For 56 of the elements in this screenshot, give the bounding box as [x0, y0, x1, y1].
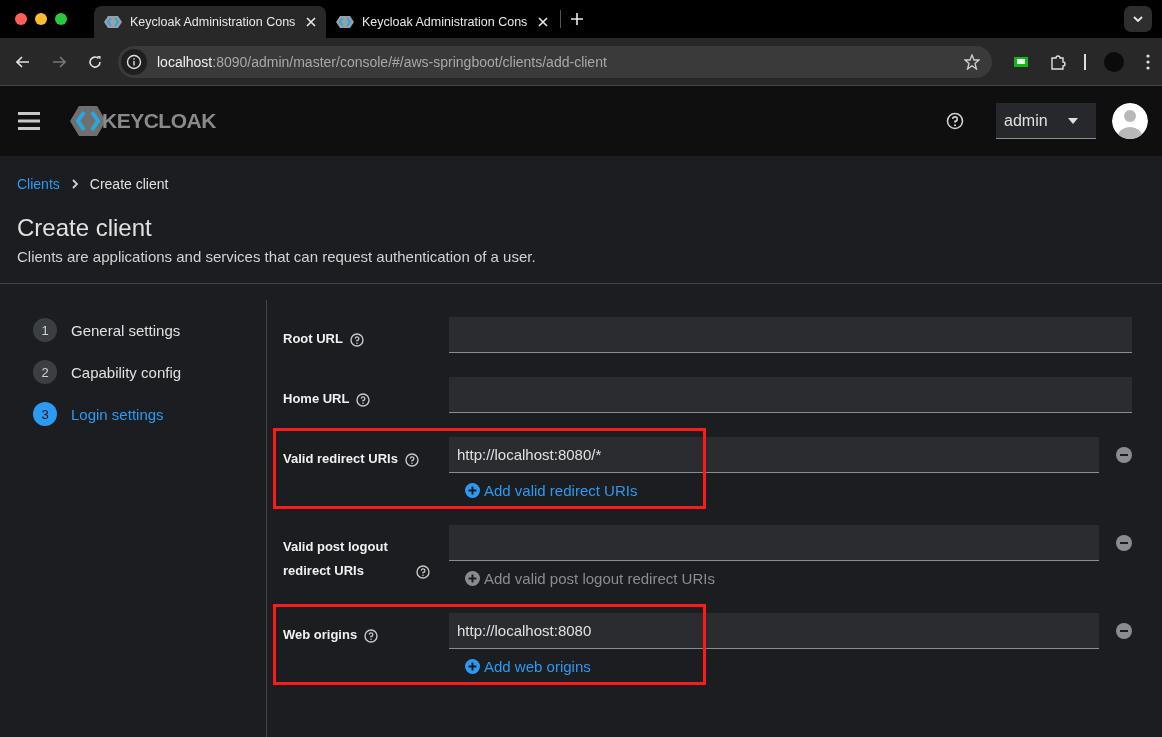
remove-icon[interactable] [1116, 623, 1132, 639]
add-link[interactable]: Add web origins [449, 655, 591, 677]
more-options-icon[interactable] [1146, 53, 1150, 70]
close-icon[interactable] [538, 17, 548, 27]
info-icon[interactable] [121, 48, 147, 75]
close-icon[interactable] [306, 17, 316, 27]
remove-icon[interactable] [1116, 447, 1132, 463]
plus-circle-icon [465, 482, 480, 498]
browser-tab[interactable]: Keycloak Administration Cons [326, 6, 558, 38]
chevron-down-icon [1133, 16, 1143, 22]
url-text: localhost:8090/admin/master/console/#/aws-springboot/clients/add-client [157, 53, 607, 70]
chevron-right-icon [71, 179, 78, 189]
address-bar[interactable]: localhost:8090/admin/master/console/#/aws-springboot/clients/add-client [118, 45, 992, 78]
plus-circle-icon [465, 570, 480, 586]
text-input[interactable] [449, 317, 1132, 353]
wizard-step[interactable]: 1 General settings [33, 318, 266, 342]
keycloak-favicon-icon [104, 16, 122, 28]
browser-tab[interactable]: Keycloak Administration Cons [94, 6, 326, 38]
field-label: Root URL [283, 330, 343, 348]
field-label: Valid post logout redirect URIs [283, 538, 389, 580]
text-input[interactable] [449, 525, 1099, 561]
help-icon[interactable] [404, 453, 419, 467]
page-title: Create client [17, 214, 153, 242]
breadcrumb-link[interactable]: Clients [17, 176, 60, 192]
puzzle-icon[interactable] [1050, 53, 1066, 70]
add-link[interactable]: Add valid redirect URIs [449, 479, 638, 501]
menu-icon[interactable] [18, 112, 40, 130]
user-avatar-icon[interactable] [1112, 103, 1148, 139]
new-tab-icon[interactable] [571, 13, 583, 25]
back-icon[interactable] [16, 55, 30, 68]
field-label: Home URL [283, 390, 350, 408]
text-input[interactable] [449, 377, 1132, 413]
help-icon[interactable] [349, 333, 364, 347]
text-input[interactable]: http://localhost:8080/* [449, 437, 1099, 473]
forward-icon[interactable] [52, 55, 66, 68]
help-icon[interactable] [416, 565, 430, 579]
keycloak-favicon-icon [336, 16, 354, 28]
help-icon[interactable] [946, 112, 964, 130]
plus-circle-icon [465, 658, 480, 674]
wizard-step[interactable]: 3 Login settings [33, 402, 266, 426]
breadcrumb-current: Create client [89, 176, 169, 192]
remove-icon[interactable] [1116, 535, 1132, 551]
logo-wordmark: KEYCLOAK [102, 109, 216, 133]
tab-list-button[interactable] [1124, 6, 1152, 32]
field-label: Valid redirect URIs [283, 450, 398, 468]
help-icon[interactable] [356, 393, 371, 407]
reload-icon[interactable] [88, 54, 102, 69]
star-icon[interactable] [964, 53, 980, 70]
text-input[interactable]: http://localhost:8080 [449, 613, 1099, 649]
user-dropdown[interactable]: admin [996, 103, 1096, 139]
extension-badge-icon[interactable] [1014, 56, 1028, 67]
page-description: Clients are applications and services that can request authentication of a user. [17, 248, 537, 265]
help-icon[interactable] [364, 629, 379, 643]
caret-icon [1068, 117, 1078, 124]
field-label: Web origins [283, 626, 358, 644]
wizard-step[interactable]: 2 Capability config [33, 360, 266, 384]
